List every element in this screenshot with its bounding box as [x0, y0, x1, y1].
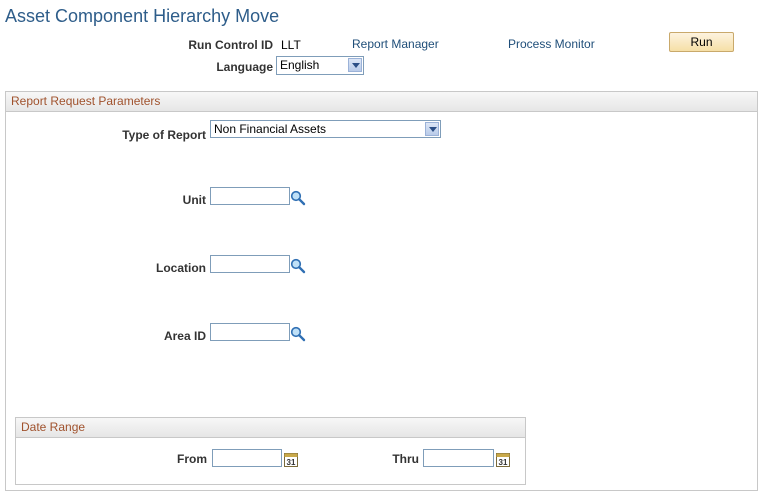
type-of-report-label: Type of Report	[122, 128, 206, 142]
svg-text:31: 31	[499, 458, 508, 467]
chevron-down-icon	[425, 122, 439, 136]
from-label: From	[177, 452, 207, 466]
calendar-icon[interactable]: 31	[496, 452, 510, 467]
language-select-value: English	[280, 58, 320, 72]
run-control-value: LLT	[281, 38, 301, 52]
area-id-input[interactable]	[210, 323, 290, 341]
calendar-icon[interactable]: 31	[284, 452, 298, 467]
language-label: Language	[216, 60, 273, 74]
from-date-input[interactable]	[212, 449, 282, 467]
report-request-parameters-title: Report Request Parameters	[11, 94, 161, 108]
date-range-title: Date Range	[21, 420, 86, 434]
group-header: Report Request Parameters	[6, 92, 757, 112]
magnifier-lookup-icon[interactable]	[290, 190, 306, 206]
language-select[interactable]: English	[276, 56, 364, 75]
unit-input[interactable]	[210, 187, 290, 205]
unit-label: Unit	[182, 193, 206, 207]
magnifier-lookup-icon[interactable]	[290, 326, 306, 342]
type-of-report-value: Non Financial Assets	[214, 122, 327, 136]
page-title: Asset Component Hierarchy Move	[5, 6, 280, 26]
type-of-report-select[interactable]: Non Financial Assets	[210, 120, 441, 138]
location-input[interactable]	[210, 255, 290, 273]
thru-date-input[interactable]	[423, 449, 494, 467]
svg-text:31: 31	[287, 458, 296, 467]
run-control-label: Run Control ID	[188, 38, 273, 52]
report-manager-link[interactable]: Report Manager	[352, 37, 439, 51]
location-label: Location	[156, 261, 206, 275]
process-monitor-link[interactable]: Process Monitor	[508, 37, 595, 51]
magnifier-lookup-icon[interactable]	[290, 258, 306, 274]
thru-label: Thru	[392, 452, 419, 466]
date-range-header: Date Range	[16, 418, 525, 438]
chevron-down-icon	[348, 58, 362, 72]
area-id-label: Area ID	[163, 329, 206, 343]
run-button[interactable]: Run	[669, 32, 734, 52]
